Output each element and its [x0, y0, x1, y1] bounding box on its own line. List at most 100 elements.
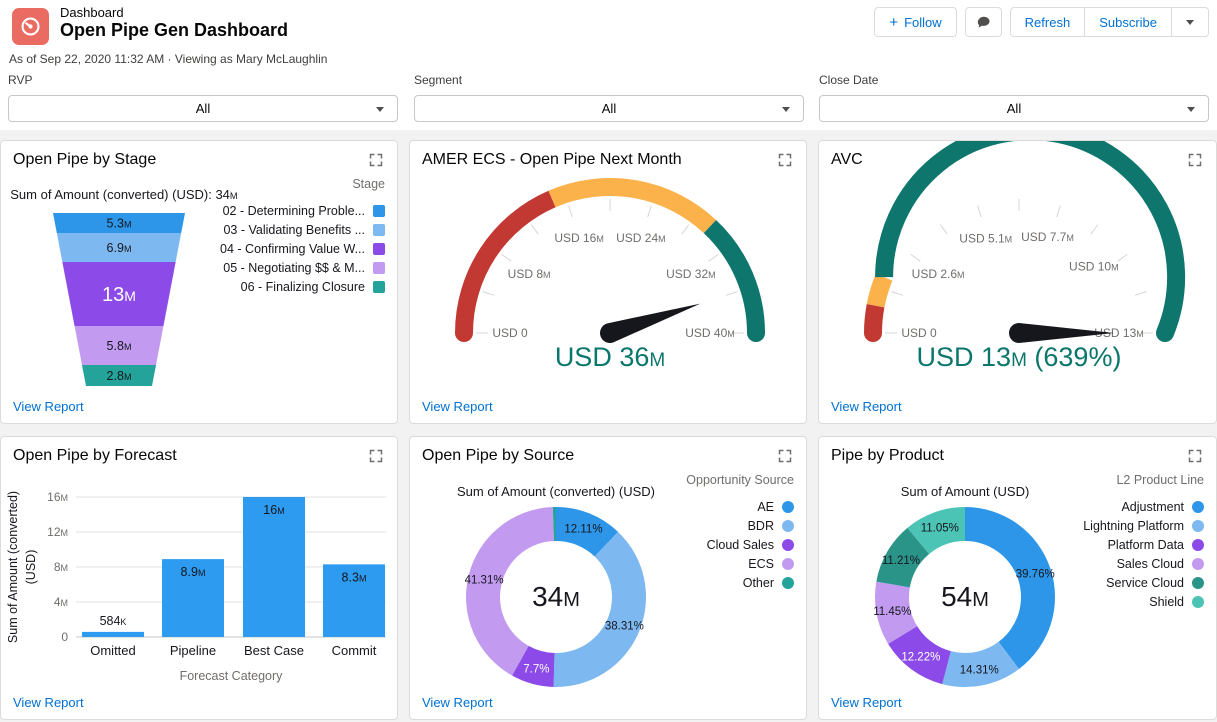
panel-title: Open Pipe by Stage — [13, 151, 157, 168]
legend-item[interactable]: AE — [686, 497, 794, 516]
panel-open-pipe-by-source: Open Pipe by Source Sum of Amount (conve… — [409, 436, 807, 720]
legend-label: Platform Data — [1107, 537, 1184, 552]
legend-swatch — [1192, 538, 1204, 551]
legend-title: Opportunity Source — [686, 473, 794, 487]
subscribe-button[interactable]: Subscribe — [1084, 7, 1172, 37]
chevron-down-icon — [1187, 107, 1195, 112]
plus-icon: + — [889, 13, 899, 31]
filter-close-date: Close Date All — [819, 73, 1209, 122]
panel-pipe-by-product: Pipe by Product Sum of Amount (USD) 39.7… — [818, 436, 1217, 720]
feed-button[interactable] — [964, 7, 1002, 37]
dashboard-app-icon — [12, 8, 49, 45]
panel-title: AMER ECS - Open Pipe Next Month — [422, 151, 682, 168]
view-report-link[interactable]: View Report — [422, 695, 493, 710]
svg-text:Pipeline: Pipeline — [170, 643, 216, 658]
legend-title: L2 Product Line — [1116, 473, 1204, 487]
legend-label: Shield — [1149, 594, 1184, 609]
svg-text:41.31%: 41.31% — [465, 575, 504, 587]
expand-icon[interactable] — [778, 153, 794, 169]
filter-value: All — [1006, 101, 1022, 116]
chevron-down-icon — [1186, 19, 1194, 25]
svg-text:(USD): (USD) — [24, 550, 38, 585]
view-report-link[interactable]: View Report — [13, 399, 84, 414]
legend-item[interactable]: Lightning Platform — [1083, 516, 1204, 535]
svg-text:USD 8M: USD 8M — [508, 267, 551, 281]
svg-text:USD 5.1M: USD 5.1M — [959, 232, 1012, 246]
legend-item[interactable]: BDR — [686, 516, 794, 535]
legend-item[interactable]: ECS — [686, 554, 794, 573]
refresh-button[interactable]: Refresh — [1009, 7, 1086, 37]
legend-title: Stage — [352, 177, 385, 191]
legend-swatch — [373, 261, 385, 274]
svg-text:12.22%: 12.22% — [901, 651, 940, 663]
view-report-link[interactable]: View Report — [831, 399, 902, 414]
chart-title: Sum of Amount (converted) (USD): 34M — [10, 187, 238, 202]
legend-swatch — [1192, 500, 1204, 513]
view-report-link[interactable]: View Report — [13, 695, 84, 710]
page-title: Open Pipe Gen Dashboard — [60, 20, 289, 40]
gauge-glyph — [21, 17, 40, 36]
legend-item[interactable]: Adjustment — [1083, 497, 1204, 516]
filter-rvp: RVP All — [8, 73, 398, 122]
chart-legend: L2 Product Line Adjustment Lightning Platf… — [1083, 473, 1204, 611]
legend-item[interactable]: 03 - Validating Benefits ... — [220, 220, 385, 239]
panel-title: Pipe by Product — [831, 447, 944, 464]
legend-item[interactable]: 06 - Finalizing Closure — [220, 277, 385, 296]
legend-item[interactable]: Platform Data — [1083, 535, 1204, 554]
filter-label: RVP — [8, 73, 33, 87]
svg-text:11.45%: 11.45% — [873, 606, 911, 618]
panel-open-pipe-by-forecast: Open Pipe by Forecast 0 4M 8M 12M 16M 584K Omi… — [0, 436, 398, 720]
close-date-filter-dropdown[interactable]: All — [819, 95, 1209, 122]
legend-item[interactable]: Sales Cloud — [1083, 554, 1204, 573]
legend-item[interactable]: 02 - Determining Proble... — [220, 201, 385, 220]
svg-text:USD 24M: USD 24M — [616, 231, 666, 245]
legend-swatch — [782, 538, 794, 551]
expand-icon[interactable] — [369, 153, 385, 169]
gauge-chart: USD 0 USD 2.6M USD 5.1M USD 7.7M USD 10M USD … — [864, 141, 1186, 372]
more-actions-button[interactable] — [1171, 7, 1209, 37]
follow-label: Follow — [904, 14, 942, 30]
legend-label: 02 - Determining Proble... — [222, 203, 365, 218]
svg-text:USD 36M: USD 36M — [555, 342, 665, 372]
follow-button[interactable]: + Follow — [874, 7, 957, 37]
panel-title: AVC — [831, 151, 863, 168]
view-report-link[interactable]: View Report — [831, 695, 902, 710]
legend-label: Lightning Platform — [1083, 518, 1184, 533]
svg-text:USD 10M: USD 10M — [1069, 260, 1119, 274]
rvp-filter-dropdown[interactable]: All — [8, 95, 398, 122]
expand-icon[interactable] — [1188, 153, 1204, 169]
legend-swatch — [1192, 557, 1204, 570]
svg-text:USD 7.7M: USD 7.7M — [1021, 230, 1074, 244]
segment-filter-dropdown[interactable]: All — [414, 95, 804, 122]
expand-icon[interactable] — [778, 449, 794, 465]
legend-label: Adjustment — [1121, 499, 1184, 514]
legend-swatch — [373, 242, 385, 255]
dashboard-grid: Open Pipe by Stage Sum of Amount (conver… — [0, 140, 1217, 720]
view-report-link[interactable]: View Report — [422, 399, 493, 414]
legend-swatch — [373, 280, 385, 293]
svg-text:6.9M: 6.9M — [107, 241, 132, 255]
legend-label: 04 - Confirming Value W... — [220, 241, 365, 256]
legend-label: AE — [757, 499, 774, 514]
filter-label: Segment — [414, 73, 463, 87]
legend-item[interactable]: Cloud Sales — [686, 535, 794, 554]
svg-text:USD 13M (639%): USD 13M (639%) — [917, 342, 1122, 372]
chart-legend: Opportunity Source AE BDR Cloud Sales ECS Oth… — [686, 473, 794, 592]
legend-item[interactable]: Service Cloud — [1083, 573, 1204, 592]
legend-swatch — [1192, 576, 1204, 589]
refresh-subscribe-group: Refresh Subscribe — [1009, 7, 1209, 37]
legend-item[interactable]: Shield — [1083, 592, 1204, 611]
expand-icon[interactable] — [1188, 449, 1204, 465]
legend-swatch — [373, 204, 385, 217]
legend-item[interactable]: Other — [686, 573, 794, 592]
legend-label: BDR — [747, 518, 774, 533]
filter-segment: Segment All — [414, 73, 804, 122]
svg-text:Commit: Commit — [332, 643, 377, 658]
svg-text:38.31%: 38.31% — [605, 620, 644, 632]
svg-text:7.7%: 7.7% — [523, 663, 549, 675]
svg-text:11.21%: 11.21% — [882, 555, 920, 567]
gauge-chart: USD 0 USD 8M USD 16M USD 24M USD 32M USD 40M U… — [455, 178, 765, 372]
legend-item[interactable]: 04 - Confirming Value W... — [220, 239, 385, 258]
legend-item[interactable]: 05 - Negotiating $$ & M... — [220, 258, 385, 277]
expand-icon[interactable] — [369, 449, 385, 465]
